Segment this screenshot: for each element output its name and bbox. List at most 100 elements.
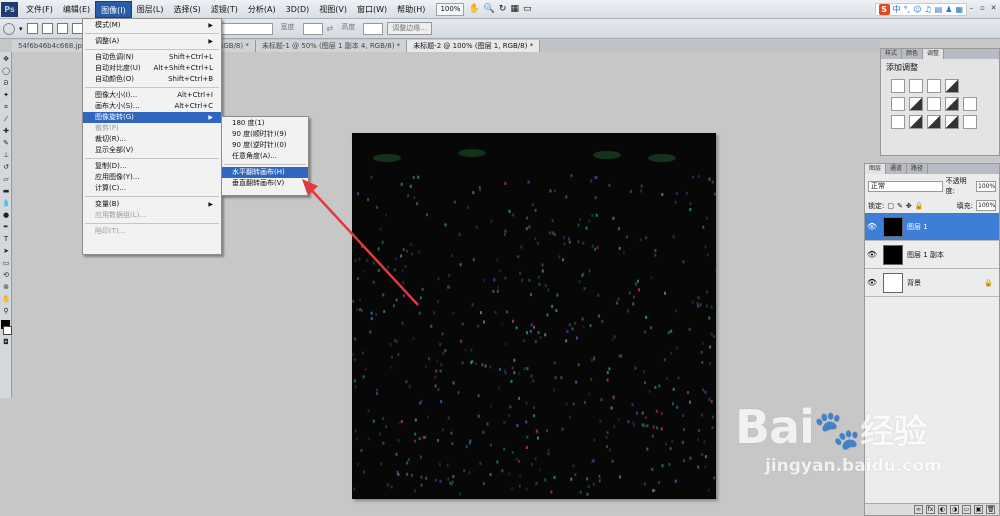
zoom-tool-icon[interactable]: 🔍 — [484, 4, 495, 14]
menu-item[interactable]: 窗口(W) — [352, 1, 392, 18]
gradient-map-icon[interactable] — [963, 115, 977, 129]
restore-icon[interactable]: ▫ — [978, 3, 987, 14]
blur-tool-icon[interactable]: 💧 — [1, 198, 11, 208]
style-select[interactable] — [220, 22, 273, 35]
menu-item[interactable]: 滤镜(T) — [206, 1, 243, 18]
clone-stamp-icon[interactable]: ⊥ — [1, 150, 11, 160]
lock-image-icon[interactable]: ✎ — [897, 202, 903, 210]
menu-item[interactable]: 选择(S) — [168, 1, 205, 18]
keyboard-icon[interactable]: ▤ — [935, 5, 943, 14]
image-menu-item[interactable]: 应用图像(Y)... — [83, 172, 221, 183]
history-brush-icon[interactable]: ↺ — [1, 162, 11, 172]
marquee-tool-icon[interactable]: ◯ — [1, 66, 11, 76]
image-menu-item[interactable]: 变量(B) ▶ — [83, 199, 221, 210]
rotation-menu-item[interactable]: 90 度(逆时针)(0) — [222, 140, 308, 151]
image-menu-item[interactable]: 图像大小(I)... Alt+Ctrl+I — [83, 90, 221, 101]
eye-icon[interactable]: 👁 — [865, 278, 879, 287]
grid-menu-icon[interactable]: ▦ — [955, 5, 963, 14]
smiley-icon[interactable]: ☺ — [913, 5, 921, 14]
crop-tool-icon[interactable]: ⌗ — [1, 102, 11, 112]
intersect-selection-icon[interactable] — [71, 23, 83, 34]
path-select-icon[interactable]: ➤ — [1, 246, 11, 256]
punctuation-icon[interactable]: °, — [904, 5, 911, 14]
rotation-menu-item[interactable]: 垂直翻转画布(V) — [222, 178, 308, 189]
microphone-icon[interactable]: ♫ — [925, 5, 932, 14]
color-balance-icon[interactable] — [927, 97, 941, 111]
move-tool-icon[interactable]: ✥ — [1, 54, 11, 64]
image-menu-item[interactable]: 复制(D)... — [83, 161, 221, 172]
panel-tab[interactable]: 图层 — [865, 164, 887, 174]
document-tab[interactable]: 未标题-2 @ 100% (图层 1, RGB/8) * — [407, 40, 541, 52]
hand-tool-icon[interactable]: ✋ — [1, 294, 11, 304]
image-menu-item[interactable]: 裁切(R)... — [83, 134, 221, 145]
minimize-icon[interactable]: – — [967, 3, 976, 14]
panel-tab[interactable]: 路径 — [907, 164, 929, 174]
eye-icon[interactable]: 👁 — [865, 222, 879, 231]
layer-name[interactable]: 图层 1 — [907, 222, 928, 232]
shirt-icon[interactable]: ♟ — [945, 5, 952, 14]
channel-mixer-icon[interactable] — [891, 115, 905, 129]
3d-orbit-icon[interactable]: ⊚ — [1, 282, 11, 292]
eraser-icon[interactable]: ▱ — [1, 174, 11, 184]
zoom-tool-icon[interactable]: ⚲ — [1, 306, 11, 316]
image-menu-item[interactable]: 自动色调(N) Shift+Ctrl+L — [83, 52, 221, 63]
width-field[interactable] — [302, 22, 323, 35]
new-layer-icon[interactable]: ▣ — [974, 505, 983, 514]
threshold-icon[interactable] — [945, 115, 959, 129]
rotation-menu-item[interactable]: 任意角度(A)... — [222, 151, 308, 162]
eye-icon[interactable]: 👁 — [865, 250, 879, 259]
image-menu-item[interactable]: 应用数据组(L)... — [83, 210, 221, 221]
background-color-swatch[interactable] — [3, 326, 12, 335]
curves-icon[interactable] — [927, 79, 941, 93]
screen-mode-icon[interactable]: ▭ — [523, 4, 532, 14]
close-icon[interactable]: ✕ — [989, 3, 998, 14]
brightness-icon[interactable] — [891, 79, 905, 93]
menu-item[interactable]: 分析(A) — [243, 1, 281, 18]
document-canvas[interactable] — [352, 133, 716, 499]
magic-wand-icon[interactable]: ✦ — [1, 90, 11, 100]
new-selection-icon[interactable] — [26, 23, 38, 34]
fill-input[interactable]: 100% — [976, 200, 996, 211]
layer-row[interactable]: 👁 图层 1 — [865, 213, 999, 241]
brush-tool-icon[interactable]: ✎ — [1, 138, 11, 148]
photo-filter-icon[interactable] — [963, 97, 977, 111]
panel-tab[interactable]: 样式 — [881, 49, 903, 59]
dodge-tool-icon[interactable]: ● — [1, 210, 11, 220]
hand-icon[interactable]: ✋ — [468, 4, 479, 14]
rotation-menu-item[interactable]: 水平翻转画布(H) — [222, 167, 308, 178]
panel-tab[interactable]: 颜色 — [902, 49, 924, 59]
image-menu-item[interactable]: 图像旋转(G) ▶ — [83, 112, 221, 123]
refine-edge-button[interactable]: 调整边缘... — [387, 22, 432, 35]
hue-saturation-icon[interactable] — [909, 97, 923, 111]
layer-row[interactable]: 👁 图层 1 副本 — [865, 241, 999, 269]
ellipse-marquee-icon[interactable] — [3, 22, 15, 35]
sogou-ime-icon[interactable]: S — [878, 4, 890, 15]
image-menu-item[interactable]: 自动颜色(O) Shift+Ctrl+B — [83, 74, 221, 85]
document-tab[interactable]: 未标题-1 @ 50% (图层 1 副本 4, RGB/8) * — [255, 40, 408, 52]
add-selection-icon[interactable] — [41, 23, 53, 34]
image-menu-item[interactable]: 裁剪(P) — [83, 123, 221, 134]
subtract-selection-icon[interactable] — [56, 23, 68, 34]
panel-tab[interactable]: 通道 — [886, 164, 908, 174]
menu-item[interactable]: 编辑(E) — [58, 1, 95, 18]
lock-all-icon[interactable]: 🔒 — [915, 202, 924, 210]
black-white-icon[interactable] — [945, 97, 959, 111]
shape-tool-icon[interactable]: ▭ — [1, 258, 11, 268]
vibrance-icon[interactable] — [891, 97, 905, 111]
type-tool-icon[interactable]: T — [1, 234, 11, 244]
image-menu-item[interactable]: 自动对比度(U) Alt+Shift+Ctrl+L — [83, 63, 221, 74]
pen-tool-icon[interactable]: ✒ — [1, 222, 11, 232]
image-menu-item[interactable]: 调整(A) ▶ — [83, 36, 221, 47]
height-field[interactable] — [363, 22, 384, 35]
opacity-input[interactable]: 100% — [976, 180, 996, 192]
image-menu-item[interactable]: 陷印(T)... — [83, 226, 221, 237]
menu-item[interactable]: 文件(F) — [21, 1, 58, 18]
menu-item[interactable]: 图层(L) — [132, 1, 169, 18]
blend-mode-select[interactable]: 正常 — [868, 180, 943, 192]
exposure-icon[interactable] — [945, 79, 959, 93]
layer-name[interactable]: 背景 — [907, 278, 921, 288]
menu-item[interactable]: 视图(V) — [314, 1, 352, 18]
levels-icon[interactable] — [909, 79, 923, 93]
image-menu-item[interactable]: 显示全部(V) — [83, 145, 221, 156]
rotation-menu-item[interactable]: 90 度(顺时针)(9) — [222, 129, 308, 140]
